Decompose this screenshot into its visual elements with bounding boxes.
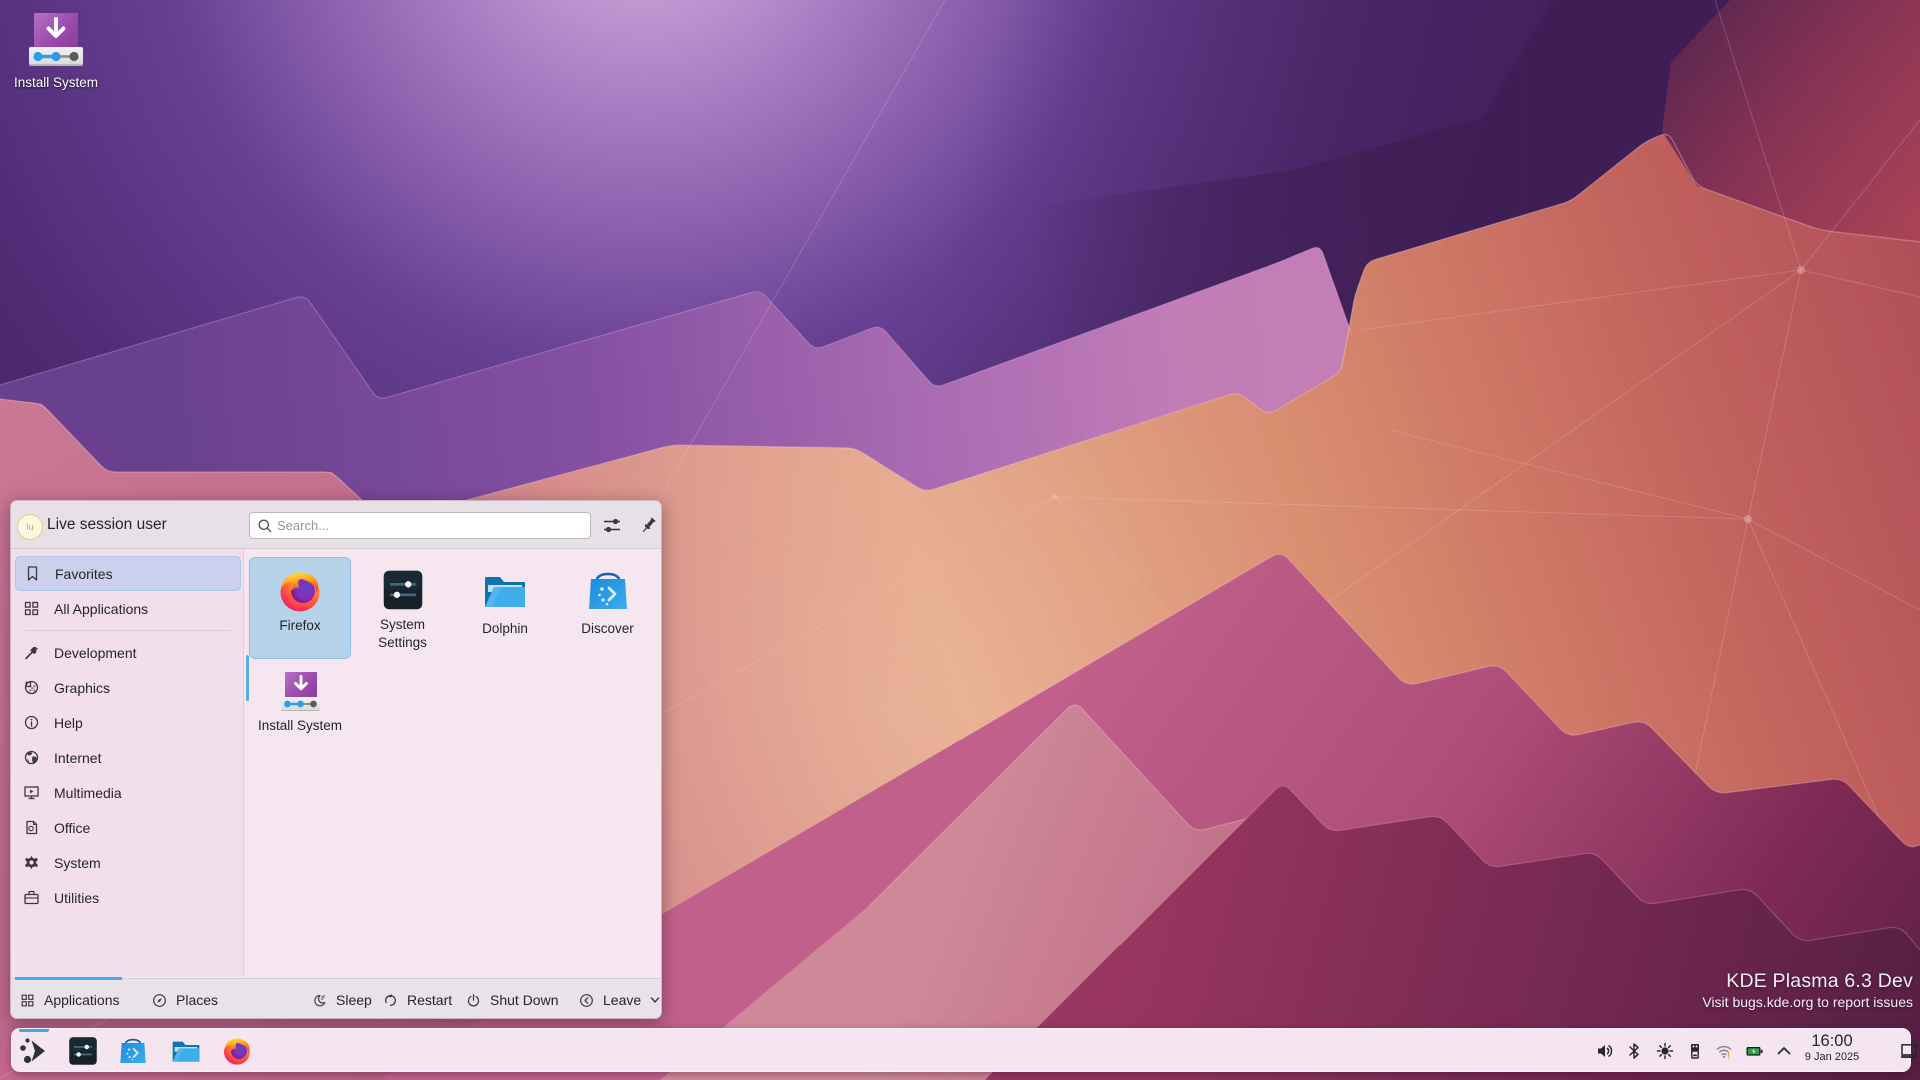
svg-text:!: !: [1727, 1051, 1730, 1061]
svg-text:z: z: [323, 993, 325, 998]
